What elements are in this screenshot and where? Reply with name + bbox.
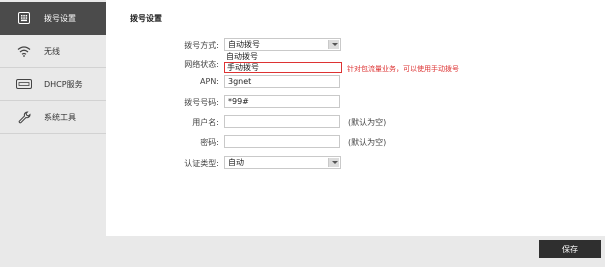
- auth-type-row: 认证类型: 自动: [106, 156, 605, 170]
- username-label: 用户名:: [192, 118, 219, 127]
- dial-mode-row: 拨号方式: 自动拨号: [106, 38, 605, 52]
- dial-number-input[interactable]: *99#: [224, 95, 340, 108]
- sidebar-item-label: 拨号设置: [44, 13, 76, 23]
- username-hint: (默认为空): [348, 118, 387, 127]
- main-panel: 拨号设置 拨号方式: 自动拨号 网络状态: APN: 3gnet 拨号号码: *…: [106, 0, 605, 236]
- chevron-down-icon: [328, 40, 339, 49]
- password-input[interactable]: [224, 135, 340, 148]
- auth-type-label: 认证类型:: [184, 159, 219, 168]
- sidebar-item-dial-settings[interactable]: 拨号设置: [0, 2, 106, 35]
- sidebar: 拨号设置 无线 DHCP服务 系统工具: [0, 0, 106, 267]
- chevron-down-icon: [328, 158, 339, 167]
- password-row: 密码: (默认为空): [106, 135, 605, 149]
- dial-mode-select[interactable]: 自动拨号: [224, 38, 341, 51]
- apn-value: 3gnet: [228, 77, 252, 86]
- network-status-dropdown[interactable]: 自动拨号 手动拨号: [224, 52, 342, 73]
- wifi-icon: [16, 44, 32, 58]
- auth-type-value: 自动: [228, 158, 244, 167]
- dial-number-value: *99#: [228, 97, 249, 106]
- password-hint: (默认为空): [348, 138, 387, 147]
- sidebar-item-label: 系统工具: [44, 112, 76, 122]
- save-button[interactable]: 保存: [539, 240, 601, 258]
- dial-mode-value: 自动拨号: [228, 40, 260, 49]
- dial-mode-label: 拨号方式:: [184, 41, 219, 50]
- sidebar-item-dhcp[interactable]: DHCP服务: [0, 68, 106, 101]
- username-row: 用户名: (默认为空): [106, 115, 605, 129]
- dial-number-label: 拨号号码:: [184, 98, 219, 107]
- dropdown-option-selected[interactable]: 手动拨号: [224, 62, 342, 73]
- dial-number-row: 拨号号码: *99#: [106, 95, 605, 109]
- sidebar-item-label: DHCP服务: [44, 79, 83, 89]
- sidebar-item-system-tools[interactable]: 系统工具: [0, 101, 106, 134]
- sidebar-item-label: 无线: [44, 46, 60, 56]
- manual-dial-warning: 针对包流量业务，可以使用手动拨号: [347, 65, 459, 73]
- username-input[interactable]: [224, 115, 340, 128]
- auth-type-select[interactable]: 自动: [224, 156, 341, 169]
- wrench-icon: [16, 110, 32, 124]
- network-status-label: 网络状态:: [184, 60, 219, 69]
- dialpad-icon: [16, 11, 32, 25]
- dropdown-option[interactable]: 自动拨号: [224, 52, 342, 62]
- apn-label: APN:: [200, 77, 219, 86]
- dhcp-icon: [16, 77, 32, 91]
- apn-row: APN: 3gnet: [106, 75, 605, 89]
- password-label: 密码:: [200, 138, 219, 147]
- page-title: 拨号设置: [130, 14, 162, 23]
- apn-input[interactable]: 3gnet: [224, 75, 340, 88]
- sidebar-item-wireless[interactable]: 无线: [0, 35, 106, 68]
